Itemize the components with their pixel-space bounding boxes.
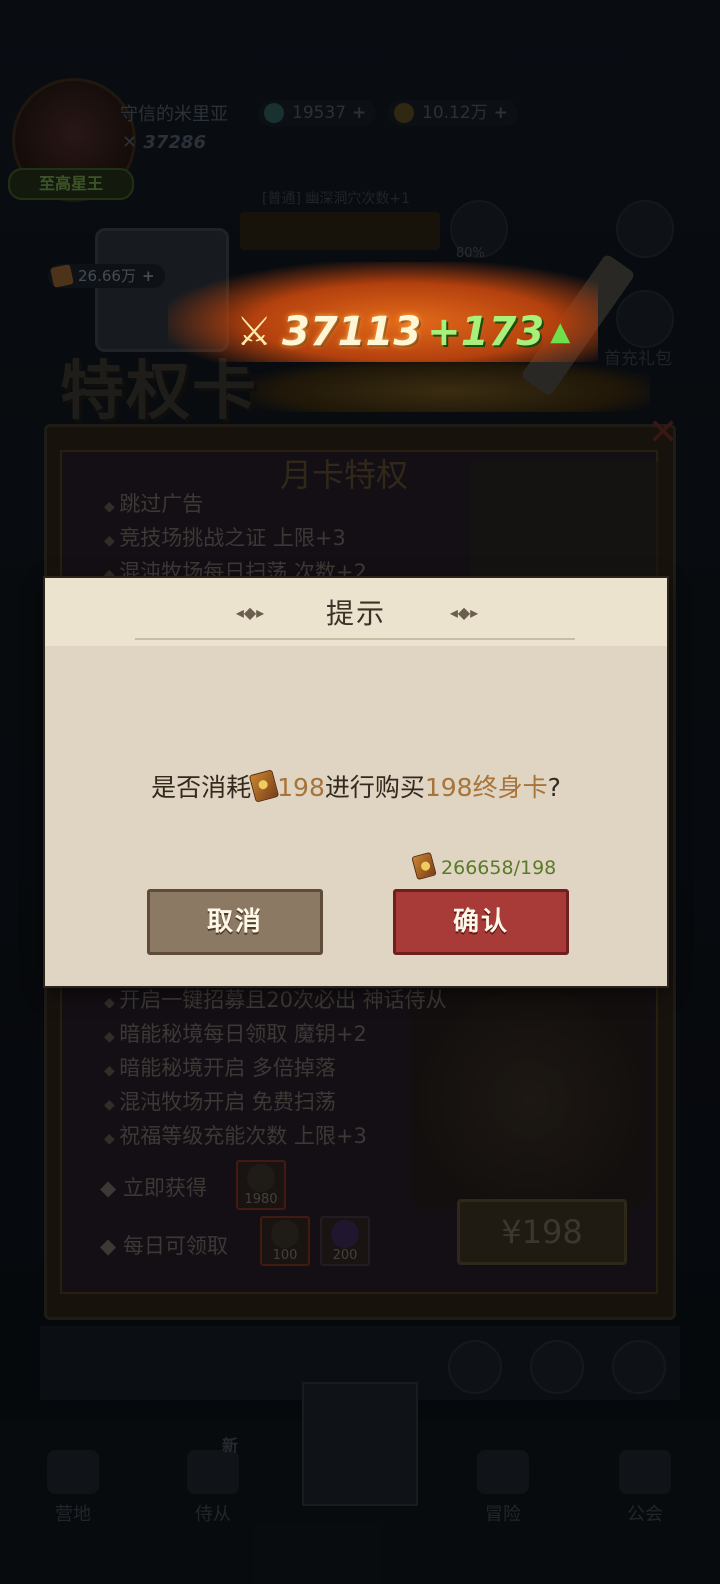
crossed-swords-icon: ⚔	[236, 309, 272, 355]
up-arrow-icon: ▲	[550, 317, 571, 347]
cost-value: 198	[277, 773, 325, 802]
cancel-button[interactable]: 取消	[147, 889, 323, 955]
product-name: 198终身卡	[424, 773, 548, 802]
confirm-message: 是否消耗 198进行购买198终身卡?	[45, 768, 667, 804]
message-mid: 进行购买	[324, 773, 425, 802]
ornament-right-icon: ◂◆▸	[449, 603, 479, 622]
ticket-icon	[248, 769, 280, 803]
message-suffix: ?	[547, 773, 561, 802]
purchase-confirm-dialog: ◂◆▸ 提示 ◂◆▸ 是否消耗 198进行购买198终身卡? 266658/198…	[45, 578, 667, 986]
power-value: 37113	[282, 309, 422, 355]
ticket-balance: 266658/198	[411, 851, 557, 881]
dialog-title: 提示	[325, 597, 386, 630]
power-up-banner: ⚔ 37113 +173 ▲	[232, 306, 574, 358]
confirm-button[interactable]: 确认	[393, 889, 569, 955]
ticket-icon	[411, 851, 437, 881]
balance-value: 266658/198	[441, 857, 557, 879]
header-divider	[135, 638, 575, 640]
message-prefix: 是否消耗	[151, 773, 252, 802]
power-increase: +173	[427, 309, 545, 355]
